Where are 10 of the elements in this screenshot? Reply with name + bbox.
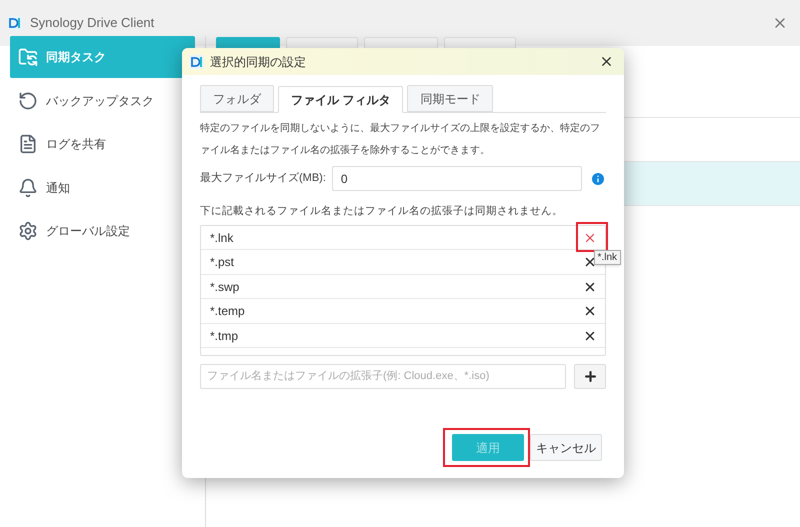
dialog-title: 選択的同期の設定 (210, 54, 307, 70)
pattern-text: *.temp (210, 303, 246, 320)
max-size-label: 最大ファイルサイズ(MB): (200, 171, 326, 186)
list-label: 下に記載されるファイル名またはファイル名の拡張子は同期されません。 (200, 204, 564, 219)
pattern-text: *.lnk (210, 230, 234, 246)
description-text: 特定のファイルを同期しないように、最大ファイルサイズの上限を設定するか、特定のファイル名またはファイル名の拡張子を除外することができます。 (200, 122, 601, 158)
tooltip: *.lnk (594, 250, 621, 265)
window-title: Synology Drive Client (30, 14, 156, 32)
pattern-text: *.tmp (210, 328, 240, 344)
pattern-text: *.swp (210, 278, 240, 296)
